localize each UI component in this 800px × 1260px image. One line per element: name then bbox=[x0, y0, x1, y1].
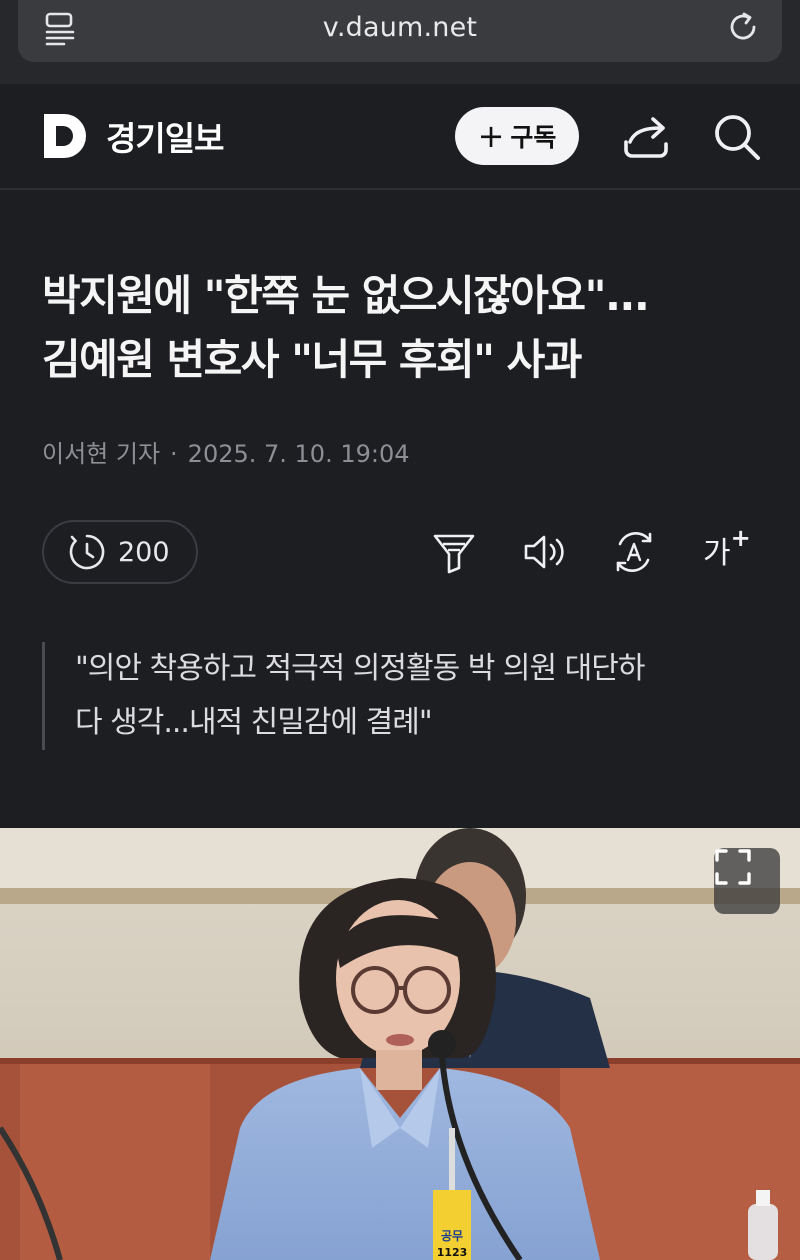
fullscreen-button[interactable] bbox=[714, 848, 780, 914]
font-size-button[interactable]: 가+ bbox=[703, 524, 751, 572]
author-name[interactable]: 이서현 기자 bbox=[42, 440, 160, 468]
url-text[interactable]: v.daum.net bbox=[18, 12, 782, 43]
publish-timestamp: 2025. 7. 10. 19:04 bbox=[187, 440, 410, 468]
speaker-icon[interactable] bbox=[522, 530, 566, 574]
byline-separator: · bbox=[170, 440, 178, 468]
reload-icon[interactable] bbox=[724, 8, 762, 46]
site-name[interactable]: 경기일보 bbox=[106, 112, 224, 160]
headline-line-1: 박지원에 "한쪽 눈 없으시잖아요"... bbox=[42, 271, 650, 320]
search-icon[interactable] bbox=[712, 112, 762, 162]
site-header: 경기일보 + 구독 bbox=[0, 84, 800, 190]
byline: 이서현 기자 · 2025. 7. 10. 19:04 bbox=[42, 434, 410, 469]
daum-logo-icon[interactable] bbox=[42, 112, 90, 160]
font-size-label: 가 bbox=[703, 536, 731, 571]
summary-line-1: "의안 착용하고 적극적 의정활동 박 의원 대단하 bbox=[75, 651, 645, 686]
badge-text: 공무 bbox=[441, 1229, 463, 1243]
comment-count: 200 bbox=[118, 536, 170, 568]
summary-line-2: 다 생각...내적 친밀감에 결례" bbox=[75, 705, 433, 740]
translate-icon[interactable] bbox=[612, 530, 656, 574]
comment-button[interactable]: 200 bbox=[42, 520, 198, 584]
headline-line-2: 김예원 변호사 "너무 후회" 사과 bbox=[42, 335, 582, 384]
subscribe-label: 구독 bbox=[510, 123, 557, 152]
article-headline: 박지원에 "한쪽 눈 없으시잖아요"... 김예원 변호사 "너무 후회" 사과 bbox=[42, 264, 772, 392]
fullscreen-icon bbox=[715, 849, 751, 885]
article-photo[interactable]: 공무 1123 bbox=[0, 828, 800, 1260]
browser-bar: v.daum.net bbox=[0, 0, 800, 84]
plus-icon: + bbox=[477, 117, 505, 155]
photo-illustration: 공무 1123 bbox=[0, 828, 800, 1260]
summary-filter-icon[interactable] bbox=[432, 530, 476, 574]
comment-clock-icon bbox=[69, 534, 105, 570]
article-toolbar: 200 가+ bbox=[0, 520, 800, 586]
article-summary: "의안 착용하고 적극적 의정활동 박 의원 대단하 다 생각...내적 친밀감… bbox=[42, 642, 762, 750]
badge-number: 1123 bbox=[437, 1246, 468, 1259]
font-size-plus: + bbox=[730, 524, 751, 552]
address-bar[interactable]: v.daum.net bbox=[18, 0, 782, 62]
subscribe-button[interactable]: + 구독 bbox=[455, 107, 579, 165]
share-icon[interactable] bbox=[620, 112, 672, 162]
